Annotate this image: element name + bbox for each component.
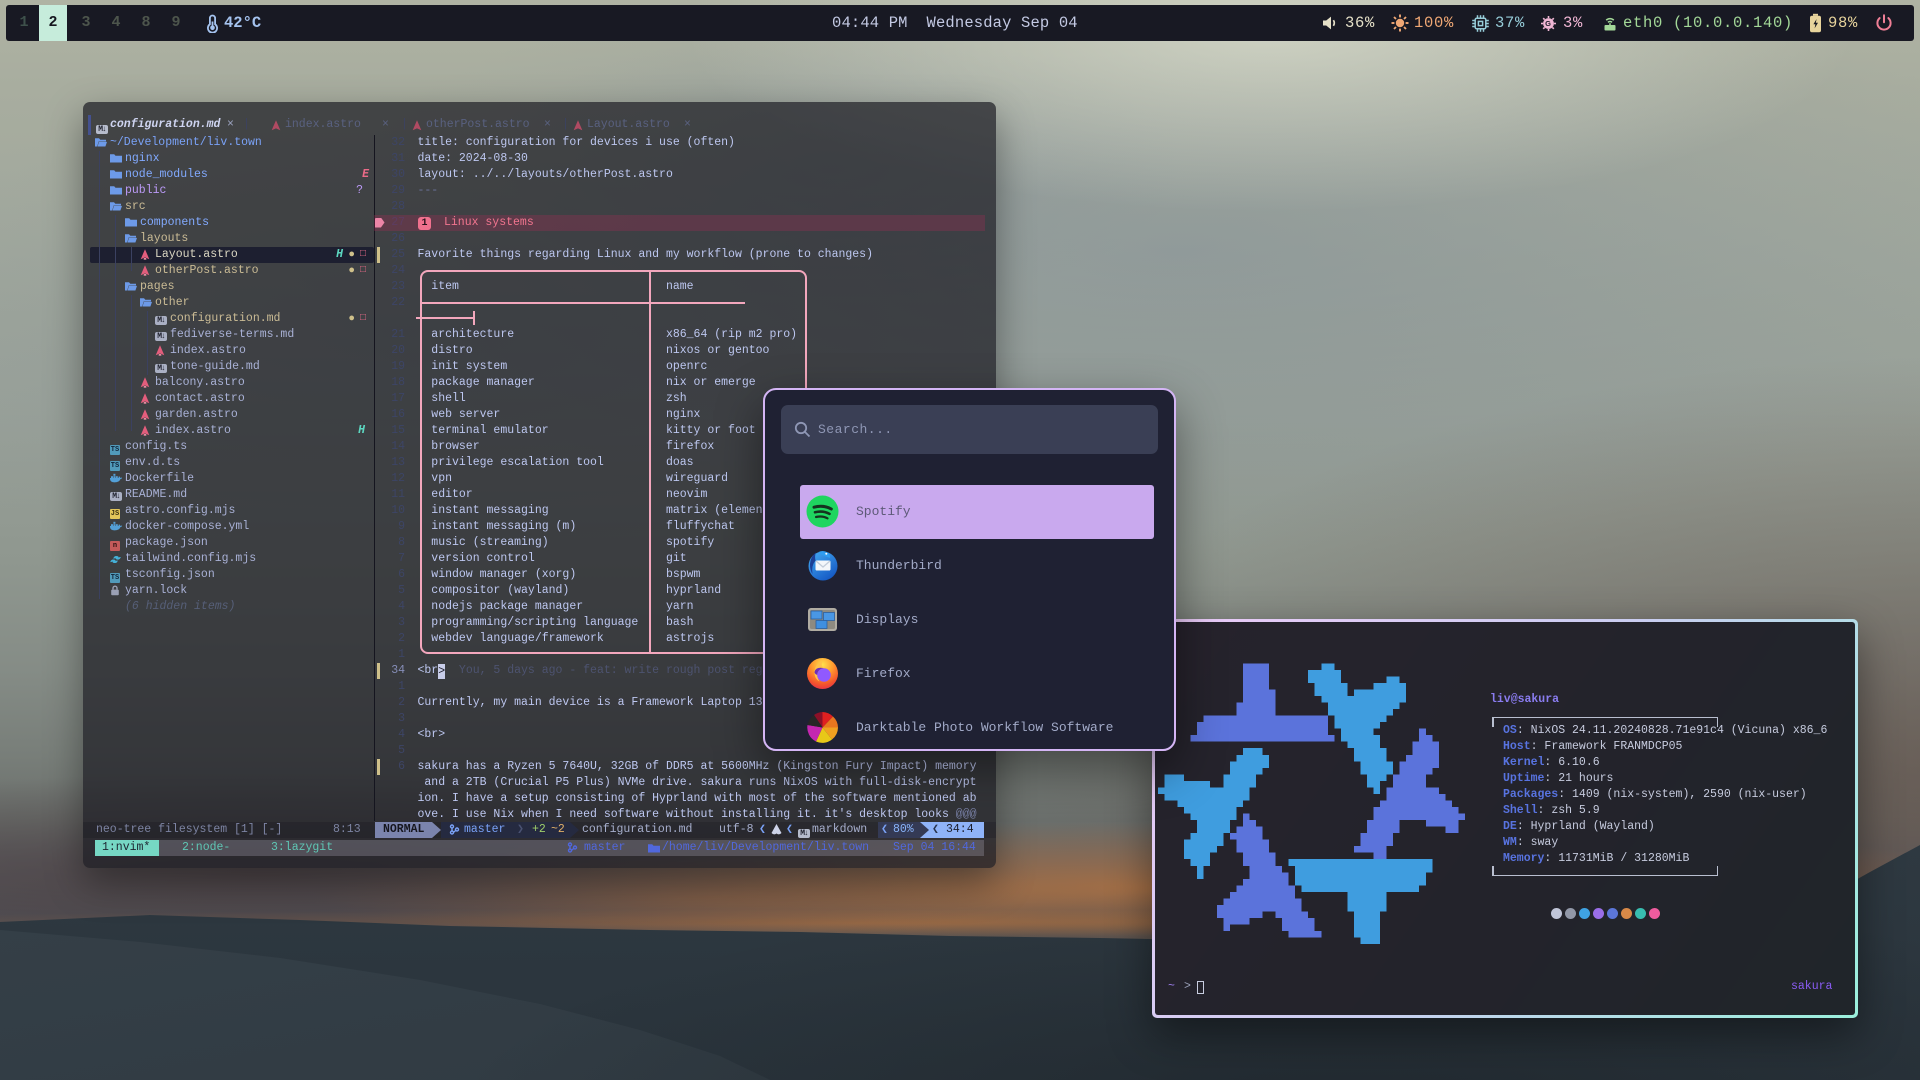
svg-text:G: G (1545, 19, 1551, 28)
